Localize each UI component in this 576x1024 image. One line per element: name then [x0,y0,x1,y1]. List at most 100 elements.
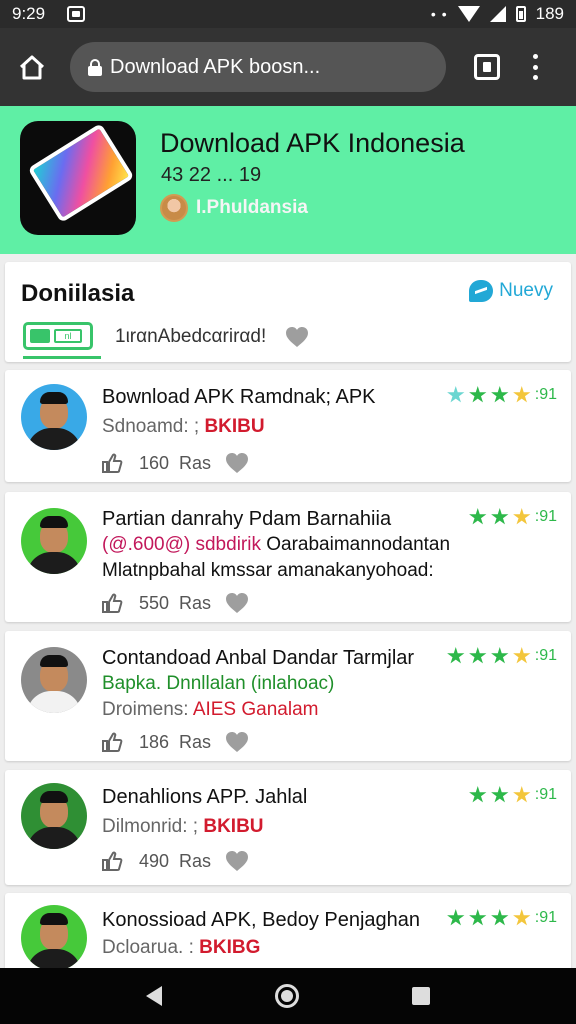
filter-toggle[interactable]: nl [23,322,93,350]
item-subtitle: (@.600@) sdbdirik Oarabaimannodantan [102,534,450,556]
star-icon [491,786,509,803]
rating: :91 [469,786,557,804]
avatar [21,508,87,574]
item-subtitle-highlight: BKIBU [204,416,265,437]
messenger-link[interactable]: Nuevy [469,280,553,302]
item-description-highlight: AIES Ganalam [192,699,319,720]
home-button[interactable] [14,49,50,85]
list-item[interactable]: Konossioad APK, Bedoy Penjaghan Dcloarua… [5,893,571,973]
star-icon [447,647,465,664]
item-title: Contandoad Anbal Dandar Tarmjlar [102,647,415,669]
tab-switcher-button[interactable] [474,54,500,80]
battery-icon [515,6,526,22]
rating: :91 [447,647,557,665]
developer-avatar [160,194,188,222]
list-item[interactable]: Contandoad Anbal Dandar Tarmjlar Bapka. … [5,631,571,761]
status-time: 9:29 [12,4,46,23]
wifi-icon [457,6,480,22]
messenger-icon [469,280,494,302]
rating: :91 [447,909,557,927]
app-meta: 43 22 ... 19 [161,164,262,186]
likes-label: Ras [179,592,212,613]
thumbs-up-icon[interactable] [101,850,123,872]
heart-icon[interactable] [225,452,249,474]
thumbs-up-icon[interactable] [101,452,123,474]
filter-toggle-text: nl [54,329,82,343]
star-icon [469,508,487,525]
item-description-text: Droimens: [102,699,193,720]
likes-count: 550 [139,592,170,613]
rating: :91 [469,508,557,526]
item-description: Droimens: AIES Ganalam [102,699,318,721]
item-subtitle: Dcloarua. : BKIBG [102,937,260,959]
list-item[interactable]: Denahlions APP. Jahlal Dilmonrid: ; BKIB… [5,770,571,885]
thumbs-up-icon[interactable] [101,592,123,614]
app-title: Download APK Indonesia [160,128,465,158]
rating-value: :91 [534,647,557,664]
likes-label: Ras [179,850,212,871]
tabs-icon [483,62,491,72]
likes-count: 186 [139,731,170,752]
rating: :91 [447,386,557,404]
avatar [21,647,87,713]
item-subtitle: Dilmonrid: ; BKIBU [102,816,264,838]
star-icon [513,508,531,525]
star-icon [469,647,487,664]
back-button[interactable] [146,986,163,1006]
recents-button[interactable] [411,987,430,1005]
likes-count: 160 [139,452,170,473]
status-bar: 9:29 • • 189 [0,0,576,28]
filter-label: 1ιrαnAbedcαrirαd! [115,326,267,347]
item-stats: 490 Ras [101,850,249,872]
likes-count: 490 [139,850,170,871]
star-icon [469,786,487,803]
app-icon[interactable] [20,121,136,235]
item-title: Konossioad APK, Bedoy Penjaghan [102,909,421,931]
item-title: Bownload APK Ramdnak; APK [102,386,376,408]
avatar [21,783,87,849]
overflow-menu-button[interactable] [530,54,540,80]
star-icon [513,909,531,926]
star-icon [513,647,531,664]
item-subtitle: Sdnoamd: ; BKIBU [102,416,265,438]
developer-row[interactable]: I.Phuldansia [160,194,308,222]
list-item[interactable]: Bownload APK Ramdnak; APK Sdnoamd: ; BKI… [5,370,571,482]
item-stats: 160 Ras [101,452,249,474]
avatar [21,905,87,971]
item-stats: 550 Ras [101,592,249,614]
rating-value: :91 [534,508,557,525]
item-subtitle-text: Dcloarua. : [102,937,200,958]
item-description: Mlatnpbahal kmssar amanakanyohoad: [102,560,434,581]
item-subtitle-text: Oarabaimannodantan [266,534,451,555]
star-icon [469,386,487,403]
system-nav-bar [0,968,576,1024]
likes-label: Ras [179,731,212,752]
browser-toolbar: Download APK boosn... [0,28,576,106]
heart-icon[interactable] [225,850,249,872]
rating-value: :91 [534,386,557,403]
likes-label: Ras [179,452,212,473]
heart-icon[interactable] [285,326,309,348]
signal-icon [489,6,506,22]
app-header: Download APK Indonesia 43 22 ... 19 I.Ph… [0,106,576,254]
star-icon [447,386,465,403]
status-dots: • • [430,6,448,22]
home-icon [19,55,45,80]
item-subtitle-code: (@.600@) sdbdirik [102,534,267,555]
notification-icon [67,6,86,22]
heart-icon[interactable] [225,731,249,753]
item-subtitle-highlight: BKIBG [199,937,261,958]
list-item[interactable]: Partian danrahy Pdam Barnahiia (@.600@) … [5,492,571,622]
star-icon [513,786,531,803]
star-icon [491,386,509,403]
address-bar[interactable]: Download APK boosn... [70,42,446,92]
messenger-label: Nuevy [499,280,553,301]
heart-icon[interactable] [225,592,249,614]
lock-icon [88,59,102,76]
url-text: Download APK boosn... [110,55,321,78]
star-icon [491,909,509,926]
home-nav-button[interactable] [274,984,299,1008]
developer-name: I.Phuldansia [196,197,308,218]
item-subtitle-text: Sdnoamd: ; [102,416,205,437]
thumbs-up-icon[interactable] [101,731,123,753]
